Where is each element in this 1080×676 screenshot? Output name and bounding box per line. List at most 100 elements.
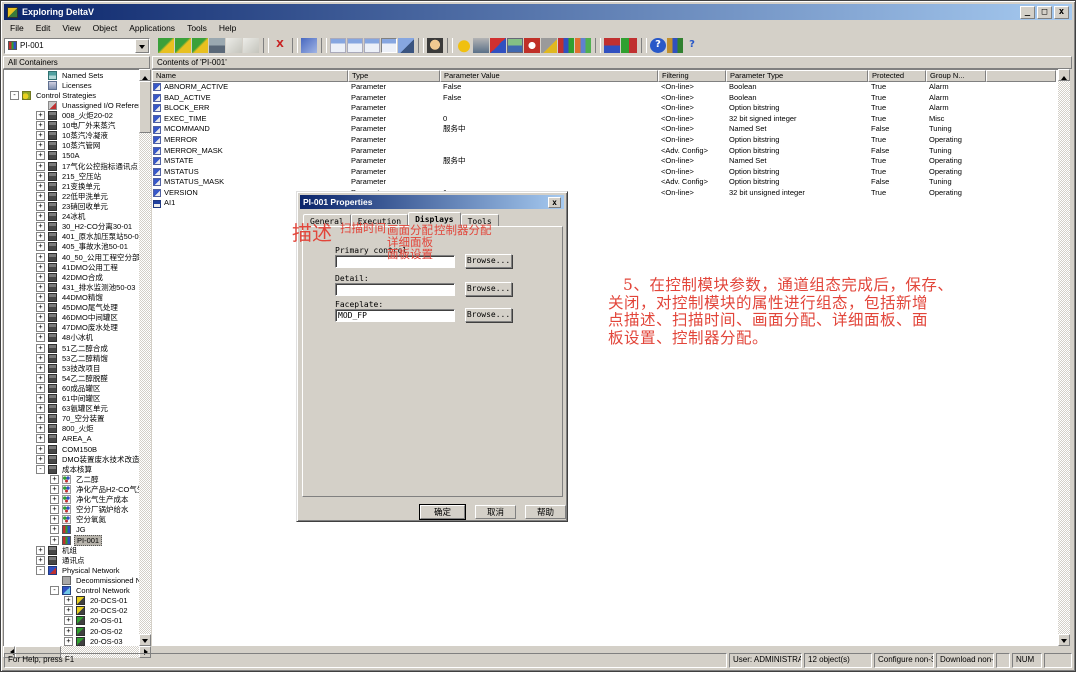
tree-item[interactable]: +净化气生产成本 (4, 495, 139, 505)
tree-item[interactable]: +800_火炬 (4, 424, 139, 434)
tree-item[interactable]: +AREA_A (4, 434, 139, 444)
expand-icon[interactable]: + (36, 354, 45, 363)
tree-item[interactable]: +53技改项目 (4, 363, 139, 373)
expand-icon[interactable]: + (64, 627, 73, 636)
faceplate-browse-button[interactable]: Browse... (465, 308, 512, 322)
menu-view[interactable]: View (56, 22, 86, 34)
tree-item[interactable]: +48小冰机 (4, 333, 139, 343)
tree-item[interactable]: +机组 (4, 545, 139, 555)
dialog-title-bar[interactable]: PI-001 Properties x (300, 195, 564, 209)
tree-item[interactable]: +DMO装置废水技术改造 (4, 454, 139, 464)
tree-item[interactable]: +17气化公控指标通讯点 (4, 161, 139, 171)
find-module-icon[interactable] (175, 38, 191, 53)
tree-item[interactable]: +20-OS-02 (4, 626, 139, 636)
tree-item[interactable]: +30_H2-CO分离30-01 (4, 222, 139, 232)
table-vertical-scrollbar[interactable] (1058, 69, 1070, 646)
table-row[interactable]: BAD_ACTIVEParameterFalse<On-line>Boolean… (152, 93, 1058, 104)
find-next-icon[interactable] (192, 38, 208, 53)
context-help-icon[interactable]: ? (684, 38, 700, 53)
collapse-icon[interactable]: - (36, 465, 45, 474)
tree-item[interactable]: +PI-001 (4, 535, 139, 545)
tree-item[interactable]: +431_排水监测池50-03 (4, 282, 139, 292)
expand-icon[interactable]: + (36, 283, 45, 292)
close-button[interactable]: x (1054, 6, 1069, 19)
column-header[interactable]: Filtering (658, 70, 726, 82)
expand-icon[interactable]: + (36, 374, 45, 383)
expand-icon[interactable]: + (36, 434, 45, 443)
tree-vertical-scrollbar[interactable] (139, 69, 151, 646)
tree-item[interactable]: Unassigned I/O References (4, 100, 139, 110)
scrollbar-thumb[interactable] (139, 81, 151, 133)
expand-icon[interactable]: + (64, 596, 73, 605)
expand-icon[interactable]: + (36, 172, 45, 181)
expand-icon[interactable]: + (36, 404, 45, 413)
tree-item[interactable]: +10电厂外来蒸汽 (4, 121, 139, 131)
expand-icon[interactable]: + (50, 525, 59, 534)
column-header[interactable]: Name (152, 70, 348, 82)
expand-icon[interactable]: + (36, 293, 45, 302)
menu-file[interactable]: File (4, 22, 30, 34)
large-icons-view-icon[interactable] (330, 38, 346, 53)
expand-icon[interactable]: + (36, 546, 45, 555)
expand-icon[interactable]: + (36, 141, 45, 150)
table-row[interactable]: MSTATUSParameter<On-line>Option bitstrin… (152, 167, 1058, 178)
tree-item[interactable]: +63氨罐区单元 (4, 404, 139, 414)
tree-item[interactable]: +41DMO公用工程 (4, 262, 139, 272)
maximize-button[interactable]: □ (1037, 6, 1052, 19)
tree-item[interactable]: +40_50_公用工程空分部分 (4, 252, 139, 262)
table-row[interactable]: AI1 (152, 198, 1058, 209)
tree-item[interactable]: +150A (4, 151, 139, 161)
expand-icon[interactable]: + (36, 202, 45, 211)
expand-icon[interactable]: + (36, 253, 45, 262)
events-grid-icon[interactable] (575, 38, 591, 53)
tree-item[interactable]: +008_火炬20-02 (4, 110, 139, 120)
expand-icon[interactable]: + (36, 222, 45, 231)
tree-item[interactable]: +23硝回收单元 (4, 201, 139, 211)
tree-item[interactable]: -Control Network (4, 586, 139, 596)
table-row[interactable]: VERSIONParameter1<On-line>32 bit unsigne… (152, 188, 1058, 199)
picture-icon[interactable] (507, 38, 523, 53)
tree-item[interactable]: +21变换单元 (4, 181, 139, 191)
expand-icon[interactable]: + (64, 637, 73, 646)
tree-item[interactable]: +空分氧氮 (4, 515, 139, 525)
expand-icon[interactable]: + (36, 424, 45, 433)
expand-icon[interactable]: + (36, 131, 45, 140)
table-row[interactable]: MERRORParameter<On-line>Option bitstring… (152, 135, 1058, 146)
small-icons-view-icon[interactable] (347, 38, 363, 53)
expand-icon[interactable]: + (50, 485, 59, 494)
expand-icon[interactable]: + (50, 536, 59, 545)
refresh-icon[interactable] (524, 38, 540, 53)
expand-icon[interactable]: + (36, 556, 45, 565)
history-grid-icon[interactable] (558, 38, 574, 53)
filtered-view-icon[interactable] (398, 38, 414, 53)
menu-tools[interactable]: Tools (181, 22, 213, 34)
detail-input[interactable] (335, 283, 455, 296)
expand-icon[interactable]: + (36, 323, 45, 332)
tree-item[interactable]: +45DMO尾气处理 (4, 303, 139, 313)
expand-icon[interactable]: + (36, 414, 45, 423)
expand-icon[interactable]: + (50, 505, 59, 514)
tree-item[interactable]: +22低甲洗单元 (4, 191, 139, 201)
expand-icon[interactable]: + (36, 394, 45, 403)
column-header[interactable]: Type (348, 70, 440, 82)
tree-item[interactable]: -成本核算 (4, 464, 139, 474)
primary-control-browse-button[interactable]: Browse... (465, 254, 512, 268)
table-row[interactable]: MSTATEParameter服务中<On-line>Named SetTrue… (152, 156, 1058, 167)
column-header[interactable]: Parameter Value (440, 70, 658, 82)
expand-icon[interactable]: + (64, 606, 73, 615)
tree-item[interactable]: +42DMO合成 (4, 272, 139, 282)
tree-item[interactable]: +乙二醇 (4, 474, 139, 484)
tree-item[interactable]: Named Sets (4, 70, 139, 80)
diagnostics-icon[interactable] (621, 38, 637, 53)
tree-item[interactable]: -Physical Network (4, 565, 139, 575)
menu-help[interactable]: Help (213, 22, 242, 34)
details-view-icon[interactable] (381, 38, 397, 53)
expand-icon[interactable]: + (36, 111, 45, 120)
tree-item[interactable]: +通讯点 (4, 555, 139, 565)
expand-icon[interactable]: + (36, 333, 45, 342)
collapse-icon[interactable]: - (10, 91, 19, 100)
tree-item[interactable]: Decommissioned Nodes (4, 575, 139, 585)
undo-icon[interactable] (301, 38, 317, 53)
table-row[interactable]: MCOMMANDParameter服务中<On-line>Named SetFa… (152, 124, 1058, 135)
expand-icon[interactable]: + (50, 495, 59, 504)
